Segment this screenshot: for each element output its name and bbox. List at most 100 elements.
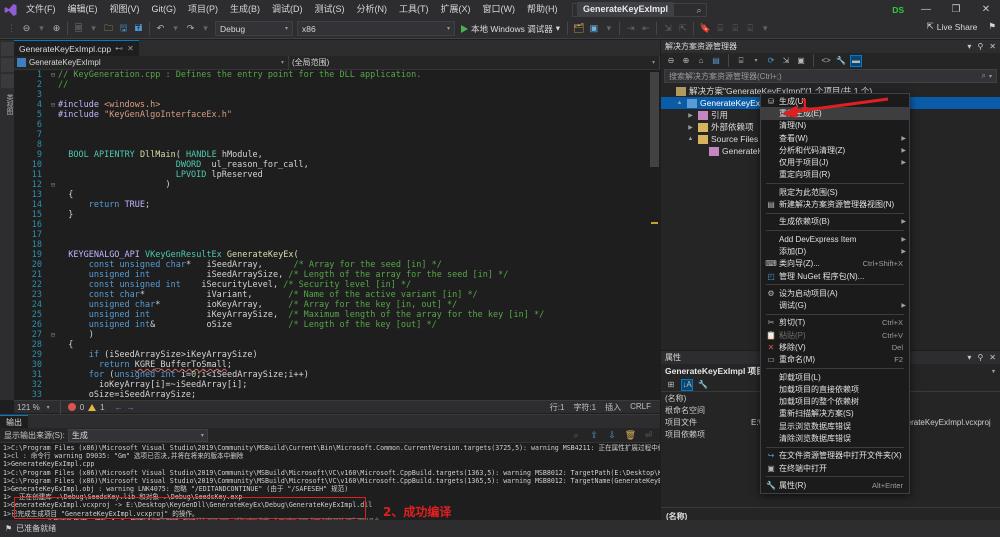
scrollbar-thumb[interactable] (650, 72, 659, 167)
fold-toggle-icon[interactable]: ⊟ (48, 70, 58, 80)
comment-icon[interactable]: ⌸ (713, 20, 728, 38)
feedback-icon[interactable]: ⚑ (988, 21, 996, 32)
fold-toggle-icon[interactable] (48, 280, 58, 290)
close-icon[interactable]: ✕ (989, 42, 996, 51)
view-code-icon[interactable]: <> (820, 55, 832, 67)
fold-toggle-icon[interactable] (48, 130, 58, 140)
user-avatar-badge[interactable]: DS (886, 5, 910, 15)
fold-toggle-icon[interactable] (48, 160, 58, 170)
navigate-forward-icon[interactable]: ⊕ (49, 20, 64, 38)
fold-toggle-icon[interactable] (48, 270, 58, 280)
show-all-files-icon[interactable]: ⌸ (735, 55, 747, 67)
fold-toggle-icon[interactable]: ⊟ (48, 180, 58, 190)
toolbox-tab-icon[interactable] (1, 42, 15, 56)
property-pages-icon[interactable]: 🔧 (697, 379, 709, 391)
screenshot-dropdown-icon[interactable]: ▾ (601, 20, 616, 38)
home-icon[interactable]: ⌂ (695, 55, 707, 67)
resource-view-tab-icon[interactable] (1, 74, 15, 88)
properties-icon[interactable]: 🔧 (835, 55, 847, 67)
context-menu-item-34[interactable]: ▣ 在终端中打开 (761, 462, 909, 474)
fold-toggle-icon[interactable] (48, 120, 58, 130)
screenshot-icon[interactable]: ▣ (586, 20, 601, 38)
menu-item-11[interactable]: 窗口(W) (477, 0, 522, 19)
uncomment-icon[interactable]: ⌹ (728, 20, 743, 38)
context-menu-item-36[interactable]: 🔧 属性(R) Alt+Enter (761, 479, 909, 491)
fold-toggle-icon[interactable] (48, 150, 58, 160)
find-message-icon[interactable]: ⌕ (569, 426, 584, 444)
outdent-icon[interactable]: ⇱ (675, 20, 690, 38)
document-tab-generatekeyeximpl-cpp[interactable]: GenerateKeyExImpl.cpp ⊷ ✕ (14, 40, 139, 56)
more-toolbar-icon[interactable]: ⌺ (743, 20, 758, 38)
navigation-member-combo[interactable]: (全局范围) ▾ (289, 56, 660, 69)
context-menu-item-21[interactable]: ✂ 剪切(T) Ctrl+X (761, 317, 909, 329)
fold-toggle-icon[interactable] (48, 210, 58, 220)
context-menu-item-13[interactable]: Add DevExpress Item ▶ (761, 233, 909, 245)
new-project-dropdown-icon[interactable]: ▾ (86, 20, 101, 38)
preview-selected-items-icon[interactable]: ▬ (850, 54, 862, 67)
close-tab-icon[interactable]: ✕ (127, 44, 134, 53)
clear-output-icon[interactable]: 🗑 (623, 426, 638, 444)
fold-toggle-icon[interactable] (48, 360, 58, 370)
context-menu-item-19[interactable]: 调试(G) ▶ (761, 299, 909, 311)
redo-icon[interactable]: ↷ (183, 20, 198, 38)
twisty-icon[interactable]: ▲ (675, 100, 684, 106)
menu-item-12[interactable]: 帮助(H) (521, 0, 564, 19)
context-menu-item-9[interactable]: ▤ 新建解决方案资源管理器视图(N) (761, 198, 909, 210)
editor-vertical-scrollbar[interactable] (649, 70, 660, 400)
indent-icon[interactable]: ⇲ (660, 20, 675, 38)
save-icon[interactable]: 🖫 (116, 20, 131, 38)
step-into-icon[interactable]: ⇤ (638, 20, 653, 38)
undo-icon[interactable]: ↶ (153, 20, 168, 38)
context-menu-item-16[interactable]: ◰ 管理 NuGet 程序包(N)... (761, 270, 909, 282)
go-to-previous-icon[interactable]: ⇧ (587, 426, 602, 444)
pin-icon[interactable]: ⊷ (115, 44, 123, 53)
fold-toggle-icon[interactable] (48, 80, 58, 90)
close-button[interactable]: ✕ (972, 0, 1000, 19)
minimize-button[interactable]: — (912, 0, 940, 19)
redo-dropdown-icon[interactable]: ▾ (198, 20, 213, 38)
new-project-icon[interactable]: 🗏 (71, 20, 86, 38)
toolbar-options-icon[interactable]: ▾ (758, 20, 773, 38)
menu-item-6[interactable]: 调试(D) (266, 0, 309, 19)
solution-explorer-search-input[interactable]: 搜索解决方案资源管理器(Ctrl+;) ⌕ ▾ (664, 69, 997, 83)
context-menu-item-0[interactable]: ⛁ 生成(U) (761, 95, 909, 107)
class-view-tab[interactable]: 类视图 (0, 90, 14, 119)
fold-toggle-icon[interactable] (48, 260, 58, 270)
context-menu-item-28[interactable]: 加载项目的整个依赖树 (761, 396, 909, 408)
context-menu-item-33[interactable]: ↪ 在文件资源管理器中打开文件夹(X) (761, 450, 909, 462)
menu-item-5[interactable]: 生成(B) (224, 0, 266, 19)
collapse-all-icon[interactable]: ⇲ (780, 55, 792, 67)
output-source-combo[interactable]: 生成 ▾ (67, 428, 208, 442)
categorized-view-icon[interactable]: ⊞ (665, 379, 677, 391)
context-menu-item-5[interactable]: 仅用于项目(J) ▶ (761, 156, 909, 168)
fold-toggle-icon[interactable] (48, 170, 58, 180)
fold-toggle-icon[interactable] (48, 230, 58, 240)
chevron-down-icon[interactable]: ▾ (750, 55, 762, 67)
prev-issue-icon[interactable]: ← (115, 403, 123, 412)
fold-toggle-icon[interactable] (48, 240, 58, 250)
fold-toggle-icon[interactable] (48, 140, 58, 150)
fold-toggle-icon[interactable] (48, 390, 58, 400)
menu-item-10[interactable]: 扩展(X) (435, 0, 477, 19)
next-issue-icon[interactable]: → (127, 403, 135, 412)
context-menu-item-8[interactable]: 限定为此范围(S) (761, 186, 909, 198)
solution-configuration-combo[interactable]: Debug ▾ (215, 21, 293, 36)
menu-item-4[interactable]: 项目(P) (182, 0, 224, 19)
context-menu-item-11[interactable]: 生成依赖项(B) ▶ (761, 216, 909, 228)
refresh-icon[interactable]: ⟳ (765, 55, 777, 67)
menu-item-7[interactable]: 测试(S) (309, 0, 351, 19)
pin-icon[interactable]: ⚲ (977, 353, 983, 362)
live-share-button[interactable]: ⇱ Live Share ⚑ (927, 21, 996, 32)
alphabetical-view-icon[interactable]: ↓A (681, 378, 693, 391)
menu-item-9[interactable]: 工具(T) (393, 0, 435, 19)
context-menu-item-2[interactable]: 清理(N) (761, 120, 909, 132)
context-menu-item-4[interactable]: 分析和代码清理(Z) ▶ (761, 144, 909, 156)
fold-toggle-icon[interactable]: ⊟ (48, 100, 58, 110)
toggle-word-wrap-icon[interactable]: ⏎ (641, 426, 656, 444)
context-menu-item-18[interactable]: ⚙ 设为启动项目(A) (761, 287, 909, 299)
pending-changes-icon[interactable]: ▤ (710, 55, 722, 67)
undo-dropdown-icon[interactable]: ▾ (168, 20, 183, 38)
fold-toggle-icon[interactable] (48, 340, 58, 350)
chevron-down-icon[interactable]: ▾ (44, 404, 53, 411)
menu-item-8[interactable]: 分析(N) (351, 0, 394, 19)
